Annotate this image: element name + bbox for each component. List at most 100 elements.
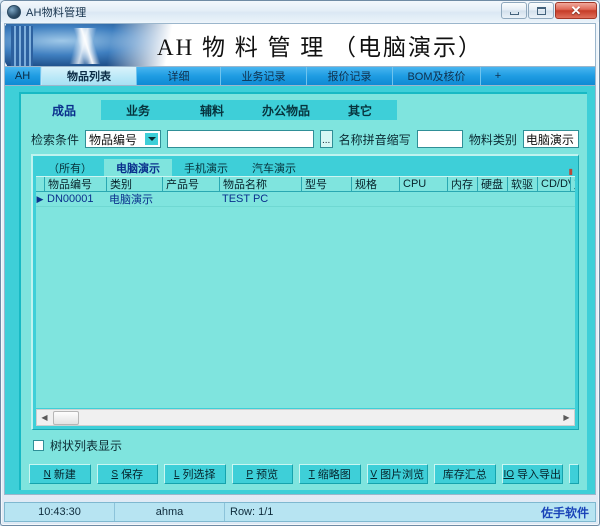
tab-add-new[interactable]: + (481, 67, 515, 85)
import-export-accel: IO (503, 468, 515, 480)
tab-item-list[interactable]: 物品列表 (41, 67, 137, 85)
status-row-count: Row: 1/1 (230, 506, 274, 518)
column-select-accel: L (173, 468, 180, 480)
tab-ah[interactable]: AH (5, 67, 41, 85)
tab-business[interactable]: 业务 (101, 100, 175, 120)
preview-button-label: 预览 (256, 469, 279, 481)
column-header-memory[interactable]: 内存 (447, 177, 477, 191)
category-tab-car-demo[interactable]: 汽车演示 (240, 159, 308, 176)
horizontal-scrollbar[interactable]: ◀ ▶ (36, 409, 575, 426)
category-tab-bar: （所有） 电脑演示 手机演示 汽车演示 ▮ (36, 159, 575, 176)
column-select-button[interactable]: L 列选择 (164, 464, 226, 484)
column-header-cpu[interactable]: CPU (399, 177, 447, 191)
close-icon: ✕ (570, 3, 582, 18)
banner-title: AH 物 料 管 理 （电脑演示） (157, 35, 483, 60)
column-select-label: 列选择 (182, 469, 216, 481)
tab-auxiliary[interactable]: 辅料 (175, 100, 249, 120)
tab-business-record[interactable]: 业务记录 (221, 67, 307, 85)
save-button-label: 保存 (121, 469, 144, 481)
window-controls: ✕ (501, 2, 597, 19)
app-globe-icon (7, 4, 21, 19)
import-export-button[interactable]: IO 导入导出 (501, 464, 563, 484)
search-condition-label: 检索条件 (31, 132, 80, 147)
maximize-button[interactable] (528, 2, 554, 19)
material-category-label: 物料类别 (468, 132, 517, 147)
column-header-floppy[interactable]: 软驱 (507, 177, 537, 191)
stock-summary-label: 库存汇总 (442, 469, 487, 481)
category-tab-filler (308, 159, 565, 176)
tab-finished-goods[interactable]: 成品 (27, 100, 101, 120)
tree-view-label: 树状列表显示 (50, 438, 123, 453)
grid-empty-area[interactable] (36, 207, 575, 408)
category-tab-computer-demo[interactable]: 电脑演示 (104, 159, 172, 176)
grid-body: ▶ DN00001 电脑演示 TEST PC (36, 192, 575, 408)
cell-product-no (162, 192, 219, 206)
save-button-accel: S (111, 468, 119, 480)
tab-detail[interactable]: 详细 (137, 67, 221, 85)
scroll-left-icon[interactable]: ◀ (37, 410, 52, 425)
minimize-button[interactable] (501, 2, 527, 19)
column-header-product-no[interactable]: 产品号 (162, 177, 219, 191)
cell-item-name: TEST PC (222, 193, 269, 205)
cell-category: 电脑演示 (109, 194, 153, 206)
tree-view-toggle[interactable]: 树状列表显示 (33, 436, 122, 454)
cell-cpu (399, 192, 447, 206)
app-banner: AH 物 料 管 理 （电脑演示） (4, 23, 596, 67)
category-tab-scroll-icon[interactable]: ▮ (565, 159, 575, 176)
tab-other[interactable]: 其它 (323, 100, 397, 120)
search-condition-value: 物品编号 (89, 132, 138, 147)
search-condition-select[interactable]: 物品编号 (85, 130, 162, 148)
search-keyword-input[interactable] (167, 130, 314, 148)
thumbnail-button-accel: T (308, 468, 315, 480)
pinyin-abbr-label: 名称拼音缩写 (338, 132, 411, 147)
title-bar: AH物料管理 ✕ (1, 1, 599, 22)
tab-bar-filler (515, 67, 595, 85)
thumbnail-button-label: 缩略图 (317, 469, 351, 481)
column-header-soundcard[interactable]: 声卡 (570, 177, 575, 191)
stock-summary-button[interactable]: 库存汇总 (434, 464, 496, 484)
chevron-down-icon[interactable] (144, 132, 160, 146)
column-header-cd-dvd[interactable]: CD/DVD (537, 177, 570, 191)
pinyin-abbr-input[interactable] (416, 130, 463, 148)
scrollbar-thumb[interactable] (53, 410, 79, 425)
image-browse-accel: V (370, 468, 378, 480)
image-browse-label: 图片浏览 (380, 469, 425, 481)
close-button[interactable]: ✕ (555, 2, 597, 19)
button-bar-tail (569, 464, 579, 484)
column-header-item-name[interactable]: 物品名称 (219, 177, 301, 191)
preview-button-accel: P (246, 468, 254, 480)
cell-harddisk (477, 192, 507, 206)
item-list-panel: 成品 业务 辅料 办公物品 其它 检索条件 物品编号 ... 名称拼音缩写 物料… (19, 92, 587, 490)
category-tab-all[interactable]: （所有） (36, 159, 104, 176)
browse-button[interactable]: ... (319, 130, 333, 148)
column-header-spec[interactable]: 规格 (351, 177, 399, 191)
status-bar: 10:43:30 ahma Row: 1/1 佐手软件 (4, 502, 596, 522)
preview-button[interactable]: P 预览 (231, 464, 293, 484)
search-filter-bar: 检索条件 物品编号 ... 名称拼音缩写 物料类别 电脑演示 (31, 128, 579, 150)
column-header-harddisk[interactable]: 硬盘 (477, 177, 507, 191)
column-header-item-code[interactable]: 物品编号 (44, 177, 106, 191)
tab-bom-costing[interactable]: BOM及核价 (393, 67, 481, 85)
inner-tab-filler (397, 100, 581, 120)
material-category-input[interactable]: 电脑演示 (522, 130, 579, 148)
image-browse-button[interactable]: V 图片浏览 (366, 464, 428, 484)
tab-office-supplies[interactable]: 办公物品 (249, 100, 323, 120)
cell-item-code: DN00001 (47, 193, 94, 205)
client-area: 成品 业务 辅料 办公物品 其它 检索条件 物品编号 ... 名称拼音缩写 物料… (4, 85, 596, 495)
window-title: AH物料管理 (26, 6, 87, 19)
action-button-bar: N 新建 S 保存 L 列选择 P 预览 T 缩略图 V 图片浏览 库存汇总 I… (29, 464, 579, 484)
tab-quote-record[interactable]: 报价记录 (307, 67, 393, 85)
category-tab-phone-demo[interactable]: 手机演示 (172, 159, 240, 176)
save-button[interactable]: S 保存 (96, 464, 158, 484)
status-user: ahma (115, 503, 225, 521)
data-grid: （所有） 电脑演示 手机演示 汽车演示 ▮ 物品编号 类别 产品号 物品名称 型… (31, 154, 579, 430)
column-header-model[interactable]: 型号 (301, 177, 351, 191)
scroll-right-icon[interactable]: ▶ (559, 410, 574, 425)
import-export-label: 导入导出 (517, 469, 562, 481)
thumbnail-button[interactable]: T 缩略图 (299, 464, 361, 484)
tree-view-checkbox[interactable] (33, 439, 44, 451)
column-header-category[interactable]: 类别 (106, 177, 162, 191)
cell-floppy (507, 192, 537, 206)
new-button[interactable]: N 新建 (29, 464, 91, 484)
table-row[interactable]: ▶ DN00001 电脑演示 TEST PC (36, 192, 575, 207)
